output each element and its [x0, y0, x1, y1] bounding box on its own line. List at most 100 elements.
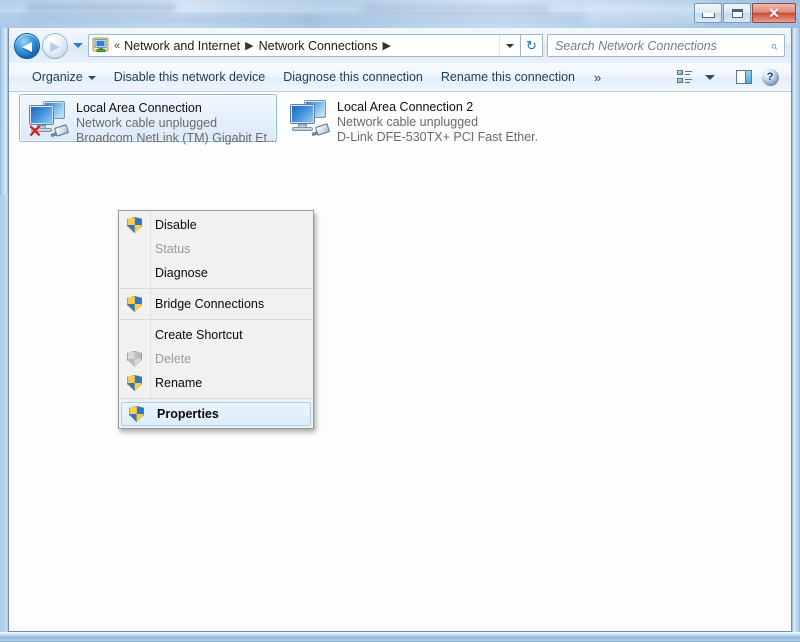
- chevron-down-icon: [506, 43, 514, 48]
- window-border-bottom: [0, 632, 800, 642]
- preview-pane-icon: [736, 70, 752, 84]
- context-menu-item-rename[interactable]: Rename: [120, 371, 312, 395]
- network-folder-icon: [92, 37, 110, 54]
- breadcrumb-dropdown-button[interactable]: [499, 35, 520, 56]
- connections-list[interactable]: ✕ Local Area Connection Network cable un…: [9, 92, 791, 631]
- change-view-button[interactable]: [671, 66, 697, 88]
- refresh-icon: ↻: [526, 37, 537, 53]
- connection-status: Network cable unplugged: [76, 116, 218, 130]
- context-menu-separator: [120, 288, 312, 289]
- forward-arrow-icon: ▶: [50, 38, 60, 53]
- ethernet-plug-icon: [311, 123, 331, 137]
- show-preview-pane-button[interactable]: [731, 66, 757, 88]
- disable-this-network-device-button[interactable]: Disable this network device: [105, 66, 274, 88]
- context-menu-label: Bridge Connections: [155, 297, 265, 311]
- maximize-button[interactable]: [723, 3, 751, 23]
- breadcrumb-item-network-connections[interactable]: Network Connections: [259, 39, 378, 53]
- toolbar-overflow-button[interactable]: »: [584, 70, 611, 85]
- minimize-button[interactable]: [694, 3, 722, 23]
- connection-adapter: D-Link DFE-530TX+ PCI Fast Ether...: [337, 130, 539, 144]
- search-icon[interactable]: ⌕: [764, 38, 784, 54]
- context-menu-item-bridge-connections[interactable]: Bridge Connections: [120, 292, 312, 316]
- shield-icon: [122, 406, 151, 422]
- diagnose-this-connection-button[interactable]: Diagnose this connection: [274, 66, 432, 88]
- context-menu-item-disable[interactable]: Disable: [120, 213, 312, 237]
- connection-adapter: Broadcom NetLink (TM) Gigabit Et...: [76, 131, 276, 145]
- help-glyph: ?: [766, 71, 774, 83]
- minimize-icon: [701, 13, 715, 18]
- glass-blur-artifact: [20, 16, 320, 23]
- window-controls: ✕: [693, 2, 796, 24]
- connection-text-block: Local Area Connection 2 Network cable un…: [337, 97, 539, 145]
- context-menu-label: Create Shortcut: [155, 328, 243, 342]
- context-menu-label: Properties: [157, 407, 219, 421]
- rename-this-connection-button[interactable]: Rename this connection: [432, 66, 584, 88]
- connection-item-local-area-connection-2[interactable]: Local Area Connection 2 Network cable un…: [281, 94, 539, 145]
- context-menu-label: Status: [155, 242, 191, 256]
- refresh-button[interactable]: ↻: [521, 34, 543, 57]
- connection-name: Local Area Connection: [76, 101, 202, 115]
- glass-blur-artifact: [360, 4, 550, 13]
- glass-blur-artifact: [585, 1, 705, 25]
- breadcrumb-separator-icon[interactable]: ▶: [382, 39, 390, 52]
- address-bar: ◀ ▶ « Network and Internet ▶ Network Con…: [9, 28, 791, 63]
- explorer-window: ✕ ◀ ▶ « Network and Internet ▶ Network C…: [0, 0, 800, 642]
- breadcrumb-separator-icon[interactable]: ▶: [245, 39, 253, 52]
- shield-icon: [120, 217, 149, 233]
- window-border-left-lower: [0, 195, 8, 634]
- glass-blur-artifact: [26, 3, 176, 12]
- close-icon: ✕: [768, 5, 780, 21]
- context-menu-label: Disable: [155, 218, 197, 232]
- context-menu-item-create-shortcut[interactable]: Create Shortcut: [120, 323, 312, 347]
- context-menu-label: Diagnose: [155, 266, 208, 280]
- shield-icon: [120, 296, 149, 312]
- chevron-down-icon: [705, 74, 715, 80]
- connection-name: Local Area Connection 2: [337, 100, 474, 114]
- network-connection-icon: ✕: [24, 98, 74, 142]
- toolbar-overflow-label: »: [594, 69, 602, 85]
- help-icon: ?: [761, 68, 779, 86]
- organize-label: Organize: [32, 70, 83, 84]
- help-button[interactable]: ?: [757, 66, 783, 88]
- context-menu-item-diagnose[interactable]: Diagnose: [120, 261, 312, 285]
- breadcrumb[interactable]: « Network and Internet ▶ Network Connect…: [88, 34, 521, 57]
- connection-item-local-area-connection[interactable]: ✕ Local Area Connection Network cable un…: [19, 94, 277, 145]
- window-client-area: ◀ ▶ « Network and Internet ▶ Network Con…: [8, 28, 792, 632]
- context-menu-label: Delete: [155, 352, 192, 366]
- search-placeholder: Search Network Connections: [555, 38, 717, 53]
- ethernet-plug-icon: [50, 124, 70, 138]
- context-menu-label: Rename: [155, 376, 203, 390]
- context-menu-separator: [120, 319, 312, 320]
- search-input[interactable]: Search Network Connections ⌕: [547, 34, 785, 57]
- context-menu-item-properties[interactable]: Properties: [121, 402, 311, 426]
- chevron-down-icon: [73, 43, 83, 48]
- command-toolbar: Organize Disable this network device Dia…: [9, 63, 791, 92]
- breadcrumb-overflow-chevrons[interactable]: «: [114, 40, 120, 52]
- disconnected-x-icon: ✕: [27, 122, 43, 141]
- maximize-icon: [731, 8, 743, 18]
- context-menu[interactable]: Disable Status Diagnose Bridge Connectio…: [118, 210, 314, 429]
- context-menu-item-status: Status: [120, 237, 312, 261]
- context-menu-separator: [120, 398, 312, 399]
- shield-icon-disabled: [120, 351, 149, 367]
- title-bar[interactable]: [0, 0, 800, 28]
- connection-text-block: Local Area Connection Network cable unpl…: [76, 98, 276, 146]
- view-layout-icon: [676, 70, 692, 84]
- close-button[interactable]: ✕: [752, 3, 796, 23]
- forward-button[interactable]: ▶: [42, 32, 68, 59]
- rename-label: Rename this connection: [440, 70, 575, 84]
- disable-device-label: Disable this network device: [113, 70, 266, 84]
- chevron-down-icon: [87, 76, 96, 80]
- context-menu-item-delete: Delete: [120, 347, 312, 371]
- organize-button[interactable]: Organize: [23, 66, 105, 88]
- back-button[interactable]: ◀: [14, 32, 40, 59]
- breadcrumb-item-network-and-internet[interactable]: Network and Internet: [124, 39, 240, 53]
- diagnose-label: Diagnose this connection: [283, 70, 423, 84]
- recent-pages-dropdown-button[interactable]: [70, 34, 86, 58]
- window-border-right: [791, 28, 800, 634]
- back-arrow-icon: ◀: [22, 38, 32, 53]
- network-connection-icon: [285, 97, 335, 141]
- shield-icon: [120, 375, 149, 391]
- connection-status: Network cable unplugged: [337, 115, 479, 129]
- change-view-dropdown-button[interactable]: [697, 66, 723, 88]
